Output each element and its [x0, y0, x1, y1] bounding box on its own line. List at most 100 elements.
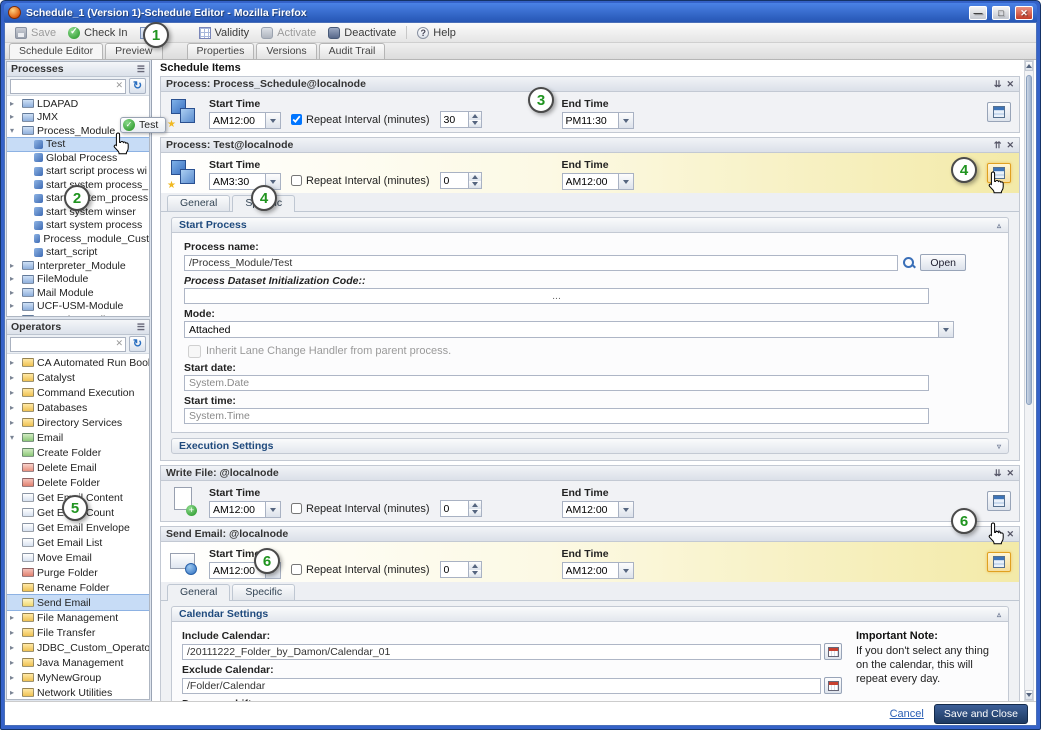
item-header[interactable]: Write File: @localnode ⇊ ✕: [161, 466, 1019, 481]
chevron-right-icon[interactable]: ▸: [10, 629, 19, 637]
spin-up-icon[interactable]: [469, 501, 481, 509]
minimize-button[interactable]: —: [969, 6, 987, 20]
start-time-input[interactable]: [210, 113, 265, 128]
tree-item-ldapad[interactable]: ▸LDAPAD: [7, 97, 149, 111]
start-date-input[interactable]: [184, 375, 929, 391]
chevron-down-icon[interactable]: [618, 113, 633, 128]
tree-item-start-script-process-wi[interactable]: start script process wi: [7, 165, 149, 179]
dataset-init-field[interactable]: ...: [184, 288, 929, 304]
spin-down-icon[interactable]: [469, 120, 481, 128]
repeat-interval-checkbox[interactable]: Repeat Interval (minutes): [291, 111, 430, 128]
tree-item-rename-folder[interactable]: Rename Folder: [7, 580, 149, 595]
start-time-combo[interactable]: [209, 501, 281, 518]
tree-item-interpreter-module[interactable]: ▸Interpreter_Module: [7, 259, 149, 273]
process-name-input[interactable]: [184, 255, 898, 271]
tree-item-command-execution[interactable]: ▸Command Execution: [7, 385, 149, 400]
end-time-input[interactable]: [563, 174, 618, 189]
interval-spinner[interactable]: [440, 172, 482, 189]
tree-item-jdbc-custom-operators[interactable]: ▸JDBC_Custom_Operators: [7, 640, 149, 655]
spin-down-icon[interactable]: [469, 509, 481, 517]
spin-down-icon[interactable]: [469, 181, 481, 189]
spin-up-icon[interactable]: [469, 562, 481, 570]
interval-input[interactable]: [441, 501, 468, 516]
validity-button[interactable]: Validity: [194, 25, 255, 41]
chevron-right-icon[interactable]: ▸: [10, 659, 19, 667]
repeat-interval-checkbox[interactable]: Repeat Interval (minutes): [291, 561, 430, 578]
item-settings-button[interactable]: [987, 552, 1011, 572]
panel-menu-icon[interactable]: ☰: [137, 322, 145, 333]
tab-audit-trail[interactable]: Audit Trail: [319, 43, 386, 59]
tree-item-start-script[interactable]: start_script: [7, 246, 149, 260]
tab-general[interactable]: General: [167, 584, 230, 601]
tree-item-ucf-usm-module[interactable]: ▸UCF-USM-Module: [7, 300, 149, 314]
start-time-input[interactable]: [210, 502, 265, 517]
tree-item-catalyst[interactable]: ▸Catalyst: [7, 370, 149, 385]
refresh-icon[interactable]: ↻: [129, 336, 146, 352]
tree-item-send-email[interactable]: Send Email: [7, 595, 149, 610]
inherit-lane-change-checkbox[interactable]: Inherit Lane Change Handler from parent …: [188, 344, 996, 358]
repeat-interval-check[interactable]: [291, 175, 302, 186]
chevron-right-icon[interactable]: ▸: [10, 289, 19, 297]
tree-item-procedure-editor[interactable]: ▸Procedure_editor: [7, 313, 149, 316]
tree-item-delete-email[interactable]: Delete Email: [7, 460, 149, 475]
start-time-field-input[interactable]: [184, 408, 929, 424]
tree-item-directory-services[interactable]: ▸Directory Services: [7, 415, 149, 430]
chevron-down-icon[interactable]: [618, 563, 633, 578]
tree-item-mynewgroup[interactable]: ▸MyNewGroup: [7, 670, 149, 685]
expand-section-icon[interactable]: ▿: [997, 442, 1001, 451]
include-calendar-input[interactable]: [182, 644, 821, 660]
repeat-interval-check[interactable]: [291, 564, 302, 575]
chevron-down-icon[interactable]: [618, 502, 633, 517]
tab-schedule-editor[interactable]: Schedule Editor: [9, 43, 103, 59]
interval-input[interactable]: [441, 173, 468, 188]
spin-down-icon[interactable]: [469, 570, 481, 578]
operators-search-input[interactable]: [11, 338, 125, 351]
end-time-input[interactable]: [563, 563, 618, 578]
execution-settings-section-header[interactable]: Execution Settings ▿: [171, 438, 1009, 454]
tree-item-databases[interactable]: ▸Databases: [7, 400, 149, 415]
interval-input[interactable]: [441, 562, 468, 577]
tree-item-purge-folder[interactable]: Purge Folder: [7, 565, 149, 580]
tab-specific[interactable]: Specific: [232, 584, 295, 600]
tree-item-network-utilities[interactable]: ▸Network Utilities: [7, 685, 149, 699]
vertical-scrollbar[interactable]: [1024, 60, 1034, 701]
repeat-interval-check[interactable]: [291, 114, 302, 125]
chevron-right-icon[interactable]: ▸: [10, 614, 19, 622]
end-time-combo[interactable]: [562, 173, 634, 190]
refresh-icon[interactable]: ↻: [129, 78, 146, 94]
chevron-right-icon[interactable]: ▸: [10, 262, 19, 270]
tree-item-mail-module[interactable]: ▸Mail Module: [7, 286, 149, 300]
chevron-right-icon[interactable]: ▸: [10, 674, 19, 682]
panel-menu-icon[interactable]: ☰: [137, 64, 145, 75]
remove-item-icon[interactable]: ✕: [1006, 468, 1014, 479]
remove-item-icon[interactable]: ✕: [1006, 529, 1014, 540]
chevron-right-icon[interactable]: ▸: [10, 374, 19, 382]
repeat-interval-checkbox[interactable]: Repeat Interval (minutes): [291, 172, 430, 189]
item-header[interactable]: Send Email: @localnode ⇈ ✕: [161, 527, 1019, 542]
tree-item-file-transfer[interactable]: ▸File Transfer: [7, 625, 149, 640]
tree-item-email[interactable]: ▾Email: [7, 430, 149, 445]
interval-spinner[interactable]: [440, 561, 482, 578]
calendar-picker-button[interactable]: [824, 643, 842, 660]
repeat-interval-checkbox[interactable]: Repeat Interval (minutes): [291, 500, 430, 517]
expand-icon[interactable]: ⇊: [994, 79, 1002, 90]
open-button[interactable]: Open: [920, 254, 966, 271]
item-settings-button[interactable]: [987, 491, 1011, 511]
chevron-right-icon[interactable]: ▸: [10, 100, 19, 108]
tree-item-delete-folder[interactable]: Delete Folder: [7, 475, 149, 490]
deactivate-button[interactable]: Deactivate: [323, 25, 401, 41]
clear-search-icon[interactable]: ✕: [115, 80, 123, 91]
scroll-up-icon[interactable]: [1025, 61, 1033, 71]
tree-item-get-email-list[interactable]: Get Email List: [7, 535, 149, 550]
tree-item-filemodule[interactable]: ▸FileModule: [7, 273, 149, 287]
item-header[interactable]: Process: Process_Schedule@localnode ⇊ ✕: [161, 77, 1019, 92]
calendar-picker-button[interactable]: [824, 677, 842, 694]
item-header[interactable]: Process: Test@localnode ⇈ ✕: [161, 138, 1019, 153]
end-time-combo[interactable]: [562, 562, 634, 579]
chevron-down-icon[interactable]: ▾: [10, 127, 19, 135]
tab-versions[interactable]: Versions: [256, 43, 316, 59]
chevron-right-icon[interactable]: ▸: [10, 419, 19, 427]
tree-item-file-management[interactable]: ▸File Management: [7, 610, 149, 625]
collapse-section-icon[interactable]: ▵: [997, 221, 1001, 230]
tree-item-java-management[interactable]: ▸Java Management: [7, 655, 149, 670]
